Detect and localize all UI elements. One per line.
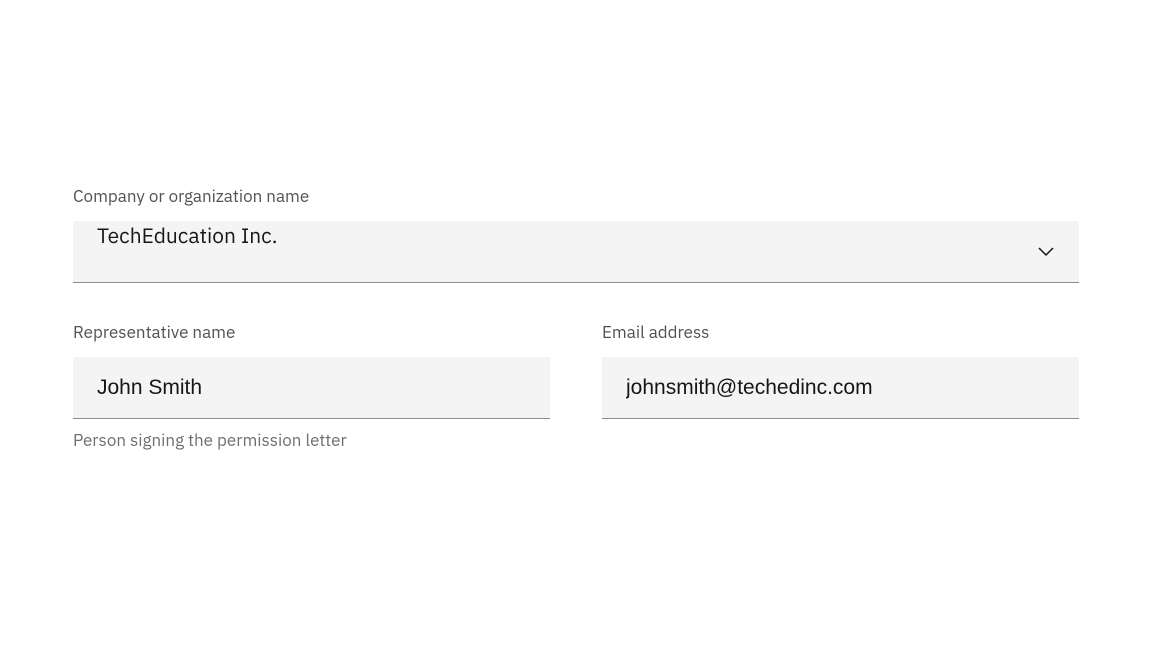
company-field-group: Company or organization name TechEducati… — [73, 185, 1079, 283]
representative-field-group: Representative name Person signing the p… — [73, 321, 550, 451]
email-input[interactable] — [626, 357, 1055, 418]
representative-helper: Person signing the permission letter — [73, 429, 550, 451]
email-label: Email address — [602, 321, 1079, 343]
company-label: Company or organization name — [73, 185, 1079, 207]
company-dropdown[interactable]: TechEducation Inc. — [73, 221, 1079, 283]
email-input-wrapper — [602, 357, 1079, 419]
representative-label: Representative name — [73, 321, 550, 343]
company-dropdown-value: TechEducation Inc. — [97, 221, 1055, 282]
chevron-down-icon — [1037, 243, 1055, 261]
form-row: Representative name Person signing the p… — [73, 321, 1079, 489]
email-field-group: Email address — [602, 321, 1079, 451]
representative-input-wrapper — [73, 357, 550, 419]
form-container: Company or organization name TechEducati… — [73, 185, 1079, 489]
representative-input[interactable] — [97, 357, 526, 418]
